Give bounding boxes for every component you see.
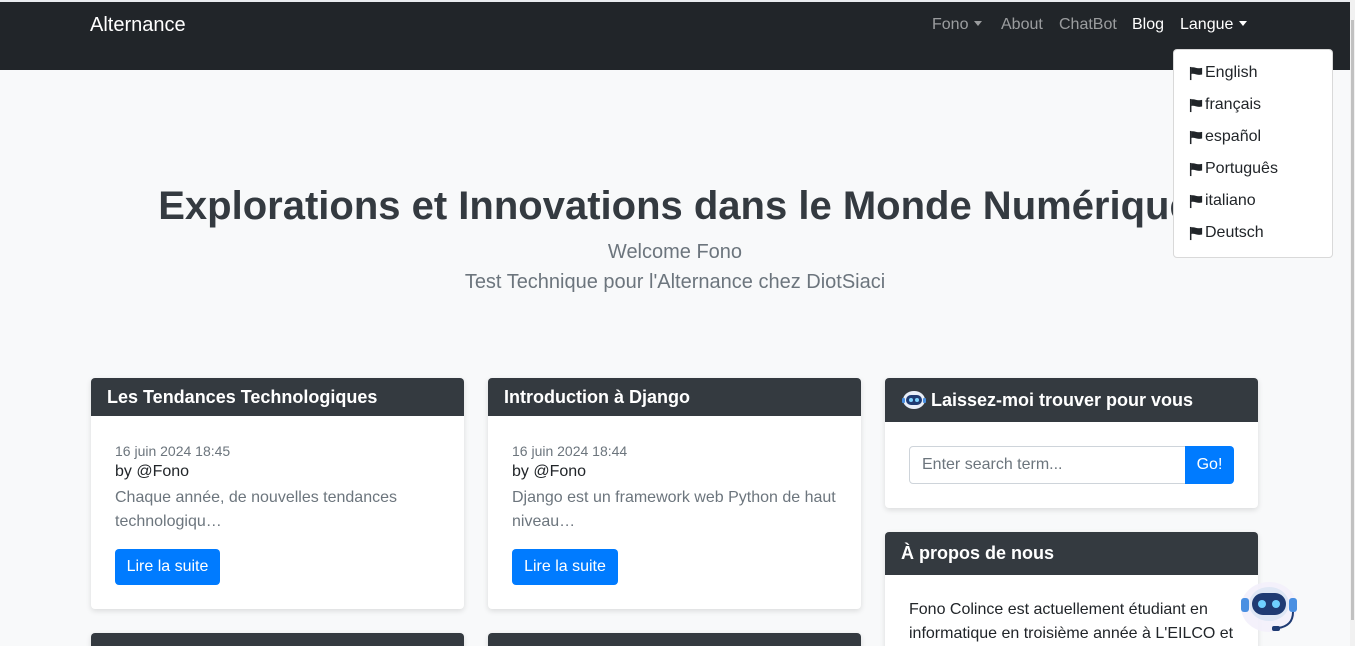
nav-chatbot[interactable]: ChatBot (1059, 16, 1117, 34)
caret-down-icon (1239, 21, 1248, 26)
language-label: français (1205, 96, 1262, 113)
flag-icon (1189, 66, 1203, 80)
post-title[interactable]: Les Tendances Technologiques (107, 387, 377, 408)
brand-link[interactable]: Alternance (90, 14, 186, 37)
flag-icon (1189, 162, 1203, 176)
search-input[interactable] (909, 446, 1186, 484)
nav-blog[interactable]: Blog (1132, 16, 1164, 34)
post-excerpt: Django est un framework web Python de ha… (512, 489, 836, 530)
language-label: English (1205, 64, 1258, 81)
navbar: Alternance Fono About ChatBot Blog Langu… (0, 2, 1350, 70)
hero-tagline: Test Technique pour l'Alternance chez Di… (464, 271, 886, 293)
nav-langue-label: Langue (1180, 16, 1234, 33)
flag-icon (1189, 226, 1203, 240)
post-excerpt: Chaque année, de nouvelles tendances tec… (115, 489, 397, 530)
post-card-header (91, 633, 464, 646)
post-card: Les Tendances Technologiques 16 juin 202… (91, 378, 464, 609)
language-label: italiano (1205, 192, 1256, 209)
language-item-italiano[interactable]: italiano (1189, 192, 1256, 210)
nav-langue-dropdown[interactable]: Langue (1180, 16, 1248, 34)
chatbot-robot-icon[interactable] (1238, 580, 1300, 636)
nav-about[interactable]: About (1001, 16, 1043, 34)
language-item-portugues[interactable]: Português (1189, 160, 1278, 178)
about-widget: À propos de nous Fono Colince est actuel… (885, 532, 1258, 646)
post-card (91, 633, 464, 646)
post-card-header: Introduction à Django (488, 378, 861, 416)
post-card-header (488, 633, 861, 646)
language-item-espanol[interactable]: español (1189, 128, 1261, 146)
post-card-header: Les Tendances Technologiques (91, 378, 464, 416)
language-label: español (1205, 128, 1262, 145)
post-author: by @Fono (115, 463, 190, 480)
flag-icon (1189, 130, 1203, 144)
scrollbar-thumb[interactable] (1351, 20, 1354, 620)
language-dropdown-menu: English français español Português itali… (1173, 49, 1333, 258)
search-go-button[interactable]: Go! (1185, 446, 1234, 484)
post-date: 16 juin 2024 18:45 (115, 443, 231, 459)
flag-icon (1189, 194, 1203, 208)
nav-fono-label: Fono (932, 16, 969, 33)
read-more-button[interactable]: Lire la suite (115, 549, 220, 585)
post-date: 16 juin 2024 18:44 (512, 443, 628, 459)
nav-fono-dropdown[interactable]: Fono (932, 16, 983, 34)
post-title[interactable]: Introduction à Django (504, 387, 690, 408)
search-widget-header: Laissez-moi trouver pour vous (885, 378, 1258, 422)
about-text: Fono Colince est actuellement étudiant e… (909, 601, 1234, 642)
flag-icon (1189, 98, 1203, 112)
post-card (488, 633, 861, 646)
language-item-english[interactable]: English (1189, 64, 1257, 82)
hero-title: Explorations et Innovations dans le Mond… (158, 184, 1192, 228)
language-item-deutsch[interactable]: Deutsch (1189, 224, 1264, 242)
about-widget-header: À propos de nous (885, 532, 1258, 575)
search-widget: Laissez-moi trouver pour vous Go! (885, 378, 1258, 508)
post-card: Introduction à Django 16 juin 2024 18:44… (488, 378, 861, 609)
language-label: Deutsch (1205, 224, 1264, 241)
search-widget-title: Laissez-moi trouver pour vous (931, 389, 1194, 410)
language-item-francais[interactable]: français (1189, 96, 1261, 114)
post-author: by @Fono (512, 463, 587, 480)
hero-subtitle: Welcome Fono (607, 241, 743, 263)
caret-down-icon (974, 21, 983, 26)
read-more-button[interactable]: Lire la suite (512, 549, 618, 585)
robot-icon (902, 391, 926, 409)
language-label: Português (1205, 160, 1278, 177)
about-widget-title: À propos de nous (901, 543, 1054, 563)
